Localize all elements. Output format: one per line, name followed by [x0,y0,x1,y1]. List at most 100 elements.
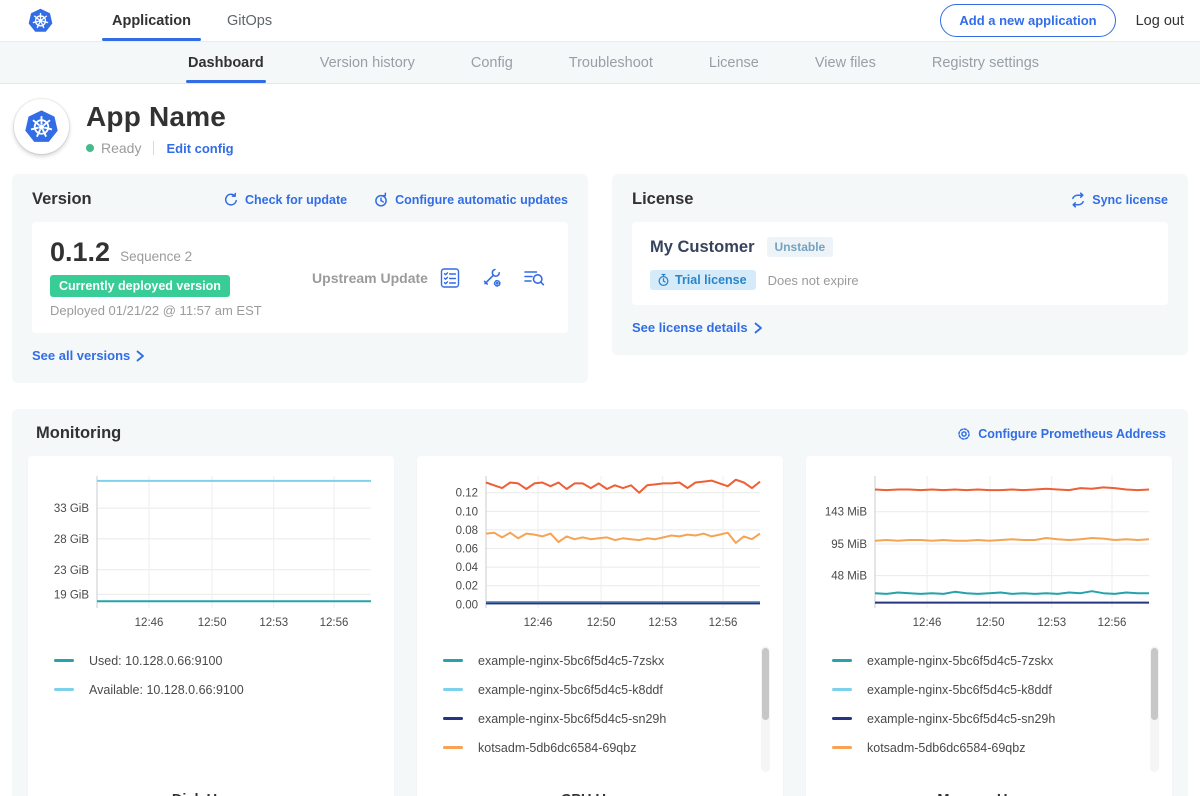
legend-item: example-nginx-5bc6f5d4c5-7zskx [443,646,755,675]
svg-text:12:53: 12:53 [1037,617,1066,629]
kubernetes-app-icon [23,108,60,145]
legend-dash-icon [832,717,852,720]
kubernetes-logo-icon[interactable] [27,7,54,34]
legend-label: kotsadm-5db6dc6584-69qbz [478,741,636,755]
legend-scrollbar-thumb[interactable] [762,648,769,720]
legend-item: Used: 10.128.0.66:9100 [54,646,366,675]
legend-scrollbar-thumb[interactable] [1151,648,1158,720]
divider [153,141,154,155]
add-new-application-button[interactable]: Add a new application [940,4,1115,37]
svg-text:0.08: 0.08 [456,525,478,537]
svg-text:12:50: 12:50 [198,617,227,629]
see-all-versions-link[interactable]: See all versions [32,348,145,363]
charts-grid: 33 GiB28 GiB23 GiB19 GiB12:4612:5012:531… [28,456,1172,796]
subnav-tab-version-history[interactable]: Version history [308,42,427,83]
legend-dash-icon [832,746,852,749]
legend-label: Used: 10.128.0.66:9100 [89,654,222,668]
subnav-tab-license[interactable]: License [697,42,771,83]
subnav-tab-registry-settings[interactable]: Registry settings [920,42,1051,83]
current-version-row: 0.1.2 Sequence 2 Currently deployed vers… [32,222,568,333]
subnav-tab-config[interactable]: Config [459,42,525,83]
chart-title: CPU Usage [427,792,773,796]
chart-title: Memory Usage [816,792,1162,796]
topnav-right: Add a new application Log out [940,4,1184,37]
app-subnav: Dashboard Version history Config Troublesho… [0,42,1200,84]
configure-automatic-updates-link[interactable]: Configure automatic updates [373,192,568,208]
deployed-version-badge: Currently deployed version [50,275,230,297]
see-license-details-link[interactable]: See license details [632,320,763,335]
legend-item: example-nginx-5bc6f5d4c5-k8ddf [832,675,1144,704]
chart-card-memory-usage: 143 MiB95 MiB48 MiB12:4612:5012:5312:56e… [806,456,1172,796]
subnav-tab-dashboard[interactable]: Dashboard [176,42,276,83]
sync-arrows-icon [1070,192,1086,208]
auto-update-clock-icon [373,192,389,208]
memory-usage-chart: 143 MiB95 MiB48 MiB12:4612:5012:5312:56 [819,468,1159,634]
svg-text:12:56: 12:56 [320,617,349,629]
view-diff-files-icon[interactable] [522,266,546,290]
svg-text:0.00: 0.00 [456,599,478,611]
svg-text:0.02: 0.02 [456,581,478,593]
svg-text:12:46: 12:46 [913,617,942,629]
status-badge: Ready [101,140,141,156]
check-for-update-label: Check for update [245,193,347,207]
preflight-checks-icon[interactable] [438,266,462,290]
sync-license-label: Sync license [1092,193,1168,207]
legend-dash-icon [443,688,463,691]
trial-license-badge: Trial license [650,270,756,290]
svg-text:48 MiB: 48 MiB [831,571,867,583]
svg-text:12:50: 12:50 [587,617,616,629]
sync-license-link[interactable]: Sync license [1070,192,1168,208]
disk-usage-legend: Used: 10.128.0.66:9100 Available: 10.128.… [38,644,384,778]
svg-text:12:53: 12:53 [259,617,288,629]
page-title: App Name [86,101,234,133]
subnav-tab-troubleshoot[interactable]: Troubleshoot [557,42,665,83]
monitoring-title: Monitoring [36,424,121,443]
see-all-versions-label: See all versions [32,348,130,363]
legend-dash-icon [832,688,852,691]
legend-dash-icon [54,659,74,662]
topnav-tab-gitops[interactable]: GitOps [213,0,286,41]
legend-item: Available: 10.128.0.66:9100 [54,675,366,704]
legend-item: example-nginx-5bc6f5d4c5-7zskx [832,646,1144,675]
legend-label: example-nginx-5bc6f5d4c5-7zskx [478,654,664,668]
configure-automatic-updates-label: Configure automatic updates [395,193,568,207]
legend-label: example-nginx-5bc6f5d4c5-k8ddf [867,683,1052,697]
legend-label: kotsadm-5db6dc6584-69qbz [867,741,1025,755]
version-number: 0.1.2 [50,237,110,268]
chevron-right-icon [136,350,145,362]
svg-text:0.12: 0.12 [456,488,478,500]
subnav-tab-view-files[interactable]: View files [803,42,888,83]
svg-text:12:50: 12:50 [976,617,1005,629]
deployed-timestamp: Deployed 01/21/22 @ 11:57 am EST [50,303,302,318]
topnav-tab-application[interactable]: Application [98,0,205,41]
chevron-right-icon [754,322,763,334]
trial-license-label: Trial license [675,273,747,287]
logout-link[interactable]: Log out [1136,13,1184,29]
svg-text:0.10: 0.10 [456,506,478,518]
stopwatch-icon [657,273,670,287]
version-source-label: Upstream Update [302,270,438,286]
legend-scrollbar[interactable] [761,646,770,772]
license-card: License Sync license My Customer Unstabl… [612,174,1188,355]
legend-scrollbar[interactable] [1150,646,1159,772]
configure-prometheus-link[interactable]: Configure Prometheus Address [956,426,1166,442]
gear-icon [956,426,972,442]
legend-dash-icon [443,746,463,749]
dashboard-content: Version Check for update [0,174,1200,796]
svg-text:33 GiB: 33 GiB [54,503,89,515]
svg-text:12:56: 12:56 [1098,617,1127,629]
edit-config-link[interactable]: Edit config [166,141,233,156]
status-dot-icon [86,144,94,152]
svg-text:0.04: 0.04 [456,562,479,574]
check-for-update-link[interactable]: Check for update [223,192,347,208]
legend-label: example-nginx-5bc6f5d4c5-sn29h [478,712,666,726]
legend-item: example-nginx-5bc6f5d4c5-k8ddf [443,675,755,704]
config-wrench-icon[interactable] [480,266,504,290]
svg-text:23 GiB: 23 GiB [54,565,89,577]
license-summary-row: My Customer Unstable Trial license Does … [632,222,1168,305]
legend-label: example-nginx-5bc6f5d4c5-sn29h [867,712,1055,726]
svg-text:95 MiB: 95 MiB [831,539,867,551]
svg-text:19 GiB: 19 GiB [54,589,89,601]
legend-item: example-nginx-5bc6f5d4c5-sn29h [832,704,1144,733]
legend-label: example-nginx-5bc6f5d4c5-k8ddf [478,683,663,697]
